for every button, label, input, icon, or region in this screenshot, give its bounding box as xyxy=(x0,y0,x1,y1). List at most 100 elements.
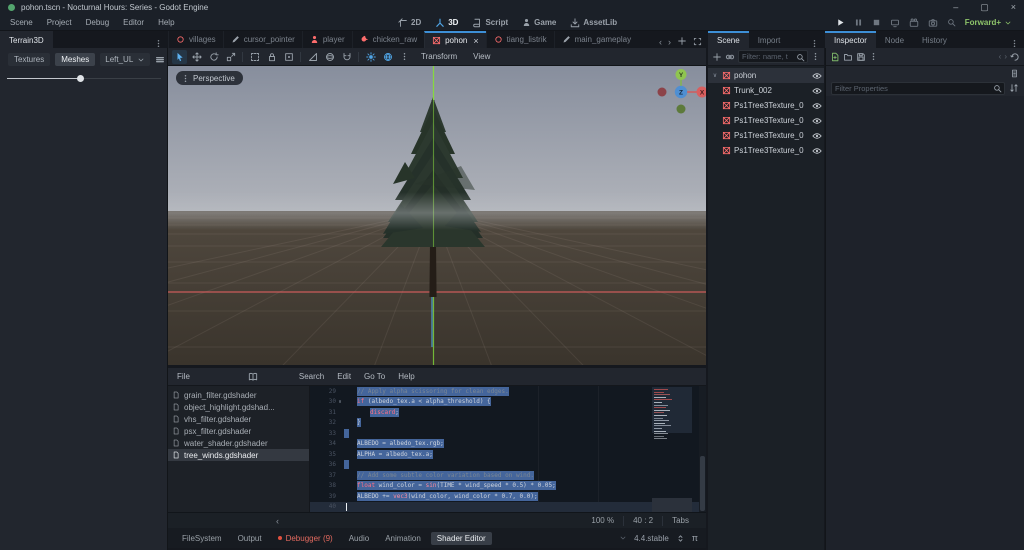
workspace-tab-3d[interactable]: 3D xyxy=(435,18,458,28)
scene-dock-tab-import[interactable]: Import xyxy=(749,31,790,48)
visibility-eye-icon[interactable] xyxy=(812,101,822,111)
viewport-menu-icon[interactable] xyxy=(400,52,409,61)
scene-dock-tabs-menu-icon[interactable] xyxy=(805,39,824,48)
workspace-tab-assetlib[interactable]: AssetLib xyxy=(570,17,617,28)
update-spinner-icon[interactable] xyxy=(676,534,685,543)
preview-sun-toggle[interactable] xyxy=(363,50,378,64)
scene-dock-menu-icon[interactable] xyxy=(811,52,820,61)
scene-dock-tab-scene[interactable]: Scene xyxy=(708,31,749,48)
visibility-eye-icon[interactable] xyxy=(812,86,822,96)
menu-project[interactable]: Project xyxy=(47,18,72,27)
shader-file-grain_filter.gdshader[interactable]: grain_filter.gdshader xyxy=(168,389,309,401)
list-select-tool[interactable] xyxy=(247,50,262,64)
shader-menu-go-to[interactable]: Go To xyxy=(364,372,385,381)
expander-icon[interactable]: ∨ xyxy=(711,72,719,79)
tab-terrain3d[interactable]: Terrain3D xyxy=(0,31,53,48)
scene-tab-villages[interactable]: villages xyxy=(168,31,223,48)
dock-menu-icon[interactable] xyxy=(149,39,168,48)
scene-tab-main_gameplay[interactable]: main_gameplay xyxy=(553,31,638,48)
new-scene-tab-icon[interactable] xyxy=(677,36,687,48)
visibility-eye-icon[interactable] xyxy=(812,146,822,156)
load-resource-icon[interactable] xyxy=(843,52,853,62)
shader-code-editor[interactable]: 29 // Apply alpha scissoring for clean ed… xyxy=(310,386,706,512)
inspector-dock-tab-history[interactable]: History xyxy=(913,31,956,48)
new-resource-icon[interactable] xyxy=(830,52,840,62)
shader-menu-search[interactable]: Search xyxy=(299,372,324,381)
resource-menu-icon[interactable] xyxy=(869,52,878,61)
run-instances-icon[interactable] xyxy=(947,18,956,27)
tree-row-Ps1Tree3Texture_0[interactable]: Ps1Tree3Texture_0 xyxy=(708,128,824,143)
sort-properties-icon[interactable] xyxy=(1009,83,1019,93)
fold-arrow-icon[interactable]: ∨ xyxy=(336,399,344,405)
lock-node-button[interactable] xyxy=(264,50,279,64)
code-line-29[interactable]: 29 // Apply alpha scissoring for clean ed… xyxy=(310,386,706,397)
workspace-tab-script[interactable]: Script xyxy=(472,18,508,28)
scale-tool[interactable] xyxy=(223,50,238,64)
shader-menu-edit[interactable]: Edit xyxy=(337,372,351,381)
code-line-38[interactable]: 38 float wind_color = sin (TIME * wind_spe… xyxy=(310,481,706,492)
save-resource-icon[interactable] xyxy=(856,52,866,62)
inspector-dock-tab-node[interactable]: Node xyxy=(876,31,913,48)
shader-menu-file[interactable]: File xyxy=(177,372,190,381)
shader-file-tree_winds.gdshader[interactable]: tree_winds.gdshader xyxy=(168,449,309,461)
close-tab-icon[interactable]: × xyxy=(473,36,478,46)
region-dropdown[interactable]: Left_UL xyxy=(100,53,151,66)
code-line-32[interactable]: 32} xyxy=(310,418,706,429)
shader-file-water_shader.gdshader[interactable]: water_shader.gdshader xyxy=(168,437,309,449)
menu-editor[interactable]: Editor xyxy=(123,18,144,27)
open-docs-icon[interactable] xyxy=(1010,69,1019,78)
code-line-40[interactable]: 40 xyxy=(310,501,706,512)
minimize-button[interactable]: – xyxy=(953,2,958,13)
renderer-selector[interactable]: Forward+ xyxy=(965,18,1012,27)
code-line-36[interactable]: 36 xyxy=(310,460,706,471)
instance-scene-button[interactable] xyxy=(725,52,735,62)
stop-button[interactable] xyxy=(872,18,881,27)
rotate-tool[interactable] xyxy=(206,50,221,64)
code-line-31[interactable]: 31 discard; xyxy=(310,407,706,418)
collapse-files-icon[interactable]: ‹ xyxy=(276,516,279,526)
tree-row-Ps1Tree3Texture_0[interactable]: Ps1Tree3Texture_0 xyxy=(708,98,824,113)
meshes-button[interactable]: Meshes xyxy=(55,53,96,66)
scene-tab-cursor_pointer[interactable]: cursor_pointer xyxy=(222,31,302,48)
code-line-30[interactable]: 30 ∨ if (albedo_tex.a < alpha_threshold) { xyxy=(310,397,706,408)
shader-menu-help[interactable]: Help xyxy=(398,372,414,381)
version-label[interactable]: 4.4.stable xyxy=(634,534,669,543)
scene-tab-player[interactable]: player xyxy=(301,31,352,48)
donate-icon[interactable]: π xyxy=(692,533,698,543)
menu-scene[interactable]: Scene xyxy=(10,18,33,27)
inspector-dock-tabs-menu-icon[interactable] xyxy=(1005,39,1024,48)
next-scene-icon[interactable]: › xyxy=(668,37,671,47)
maximize-button[interactable]: ▢ xyxy=(980,2,989,13)
code-line-39[interactable]: 39 ALBEDO += vec3 (wind_color, wind_color … xyxy=(310,491,706,502)
history-back-icon[interactable]: ‹ xyxy=(999,52,1002,61)
preview-environment-toggle[interactable] xyxy=(380,50,395,64)
code-line-35[interactable]: 35 ALPHA = albedo_tex.a; xyxy=(310,449,706,460)
tree-row-pohon[interactable]: ∨ pohon xyxy=(708,68,824,83)
bottom-tab-debugger9[interactable]: Debugger (9) xyxy=(272,532,339,545)
shader-file-vhs_filter.gdshader[interactable]: vhs_filter.gdshader xyxy=(168,413,309,425)
inspector-dock-tab-inspector[interactable]: Inspector xyxy=(825,31,876,48)
close-button[interactable]: × xyxy=(1011,2,1016,13)
inspector-filter-input[interactable] xyxy=(831,81,1005,95)
slider-handle[interactable] xyxy=(77,75,84,82)
workspace-tab-game[interactable]: Game xyxy=(522,18,556,27)
tree-row-Ps1Tree3Texture_0[interactable]: Ps1Tree3Texture_0 xyxy=(708,113,824,128)
snap-toggle[interactable] xyxy=(339,50,354,64)
bottom-tab-animation[interactable]: Animation xyxy=(379,532,427,545)
workspace-tab-2d[interactable]: 2D xyxy=(398,17,421,28)
indent-mode[interactable]: Tabs xyxy=(663,516,698,525)
scene-tab-tiang_listrik[interactable]: tiang_listrik xyxy=(485,31,554,48)
transform-menu[interactable]: Transform xyxy=(414,52,464,61)
history-forward-icon[interactable]: › xyxy=(1004,52,1007,61)
cursor-position[interactable]: 40 : 2 xyxy=(624,516,662,525)
bottom-tab-output[interactable]: Output xyxy=(232,532,268,545)
camera-override-button[interactable] xyxy=(322,50,337,64)
code-line-37[interactable]: 37 // Add some subtle color variation bas… xyxy=(310,470,706,481)
shader-file-psx_filter.gdshader[interactable]: psx_filter.gdshader xyxy=(168,425,309,437)
scene-tab-pohon[interactable]: pohon × xyxy=(424,31,486,48)
pause-button[interactable] xyxy=(854,18,863,27)
code-scrollbar[interactable] xyxy=(699,386,706,512)
tree-row-Trunk_002[interactable]: Trunk_002 xyxy=(708,83,824,98)
add-node-button[interactable] xyxy=(712,52,722,62)
code-minimap[interactable] xyxy=(652,386,698,512)
